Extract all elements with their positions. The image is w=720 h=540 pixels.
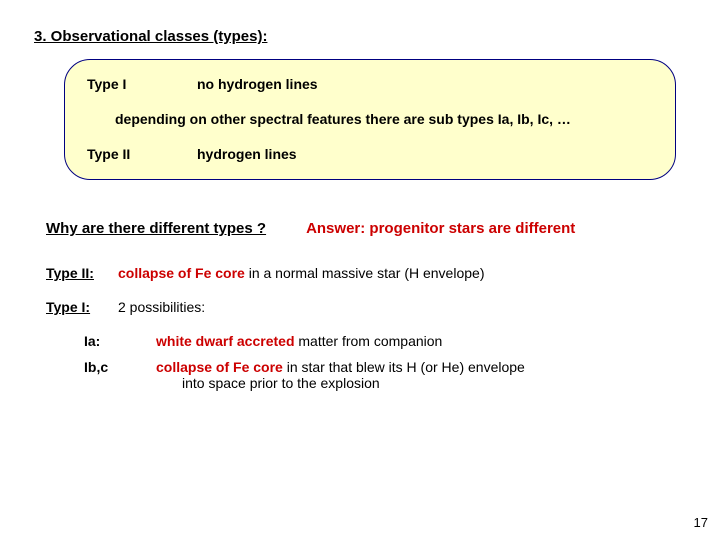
details-block: Type II: collapse of Fe core in a normal…	[46, 265, 686, 391]
slide: 3. Observational classes (types): Type I…	[0, 0, 720, 540]
why-row: Why are there different types ? Answer: …	[46, 220, 686, 237]
ibc-text: collapse of Fe core in star that blew it…	[156, 359, 525, 391]
why-answer: Answer: progenitor stars are different	[306, 220, 575, 237]
why-question: Why are there different types ?	[46, 220, 266, 237]
type2-detail: Type II: collapse of Fe core in a normal…	[46, 265, 686, 281]
type1-detail: Type I: 2 possibilities:	[46, 299, 686, 315]
type1-detail-label: Type I:	[46, 299, 118, 315]
type2-desc: hydrogen lines	[197, 144, 653, 165]
ia-rest: matter from companion	[295, 333, 443, 349]
type2-rest: in a normal massive star (H envelope)	[245, 265, 485, 281]
ibc-red: collapse of Fe core	[156, 359, 283, 375]
type2-detail-label: Type II:	[46, 265, 118, 281]
ibc-label: Ib,c	[84, 359, 156, 375]
type1-desc: no hydrogen lines	[197, 74, 653, 95]
type2-detail-text: collapse of Fe core in a normal massive …	[118, 265, 484, 281]
subtypes-line: depending on other spectral features the…	[115, 109, 653, 130]
ibc-rest: in star that blew its H (or He) envelope	[283, 359, 525, 375]
classification-box: Type I no hydrogen lines depending on ot…	[64, 59, 676, 180]
page-number: 17	[694, 515, 708, 530]
type1-row: Type I no hydrogen lines	[87, 74, 653, 95]
subcases: Ia: white dwarf accreted matter from com…	[84, 333, 686, 391]
ia-label: Ia:	[84, 333, 156, 349]
type1-detail-text: 2 possibilities:	[118, 299, 205, 315]
type1-label: Type I	[87, 74, 197, 95]
type2-row: Type II hydrogen lines	[87, 144, 653, 165]
ia-detail: Ia: white dwarf accreted matter from com…	[84, 333, 686, 349]
type2-red: collapse of Fe core	[118, 265, 245, 281]
section-heading: 3. Observational classes (types):	[34, 28, 686, 45]
ibc-cont: into space prior to the explosion	[182, 375, 525, 391]
ibc-detail: Ib,c collapse of Fe core in star that bl…	[84, 359, 686, 391]
ia-text: white dwarf accreted matter from compani…	[156, 333, 442, 349]
type2-label: Type II	[87, 144, 197, 165]
ia-red: white dwarf accreted	[156, 333, 295, 349]
